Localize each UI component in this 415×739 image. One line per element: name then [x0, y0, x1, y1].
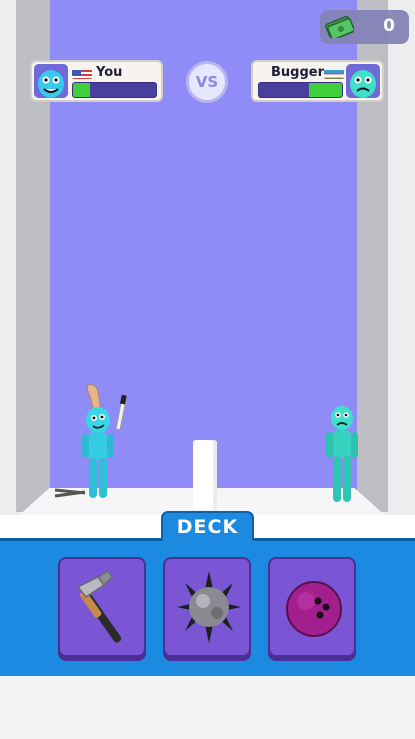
vs-label: VS [195, 73, 219, 91]
spiked-ball-icon [177, 571, 241, 643]
cyan-monster-avatar [346, 64, 380, 98]
uzbekistan-flag [324, 67, 344, 79]
us-flag [72, 67, 92, 79]
opponent-card: Bugger [251, 60, 384, 102]
deck-card-bowling-ball[interactable] [268, 557, 356, 657]
currency-amount: 0 [383, 16, 395, 36]
bowling-ball-icon [286, 581, 342, 637]
currency-counter: 0 [320, 10, 409, 44]
deck-card-spiked-ball[interactable] [163, 557, 251, 657]
deck-card-hammer[interactable] [58, 557, 146, 657]
bottom-safe-area [0, 676, 415, 739]
vs-badge: VS [186, 61, 228, 103]
player-fighter [54, 384, 127, 498]
opponent-health-bar [258, 82, 343, 98]
opponent-name: Bugger [271, 65, 325, 80]
blue-monster-avatar [34, 64, 68, 98]
player-avatar [34, 64, 68, 98]
opponent-avatar [346, 64, 380, 98]
center-pillar [193, 440, 217, 510]
opponent-fighter [326, 406, 358, 502]
hammer-icon [76, 569, 122, 643]
deck-title: DECK [176, 516, 239, 538]
deck-title-tab: DECK [161, 511, 254, 541]
player-card: You [30, 60, 163, 102]
player-name: You [96, 65, 123, 80]
player-health-bar [72, 82, 157, 98]
player-health-fill [73, 83, 90, 97]
cash-icon [325, 16, 354, 38]
opponent-health-fill [308, 83, 342, 97]
